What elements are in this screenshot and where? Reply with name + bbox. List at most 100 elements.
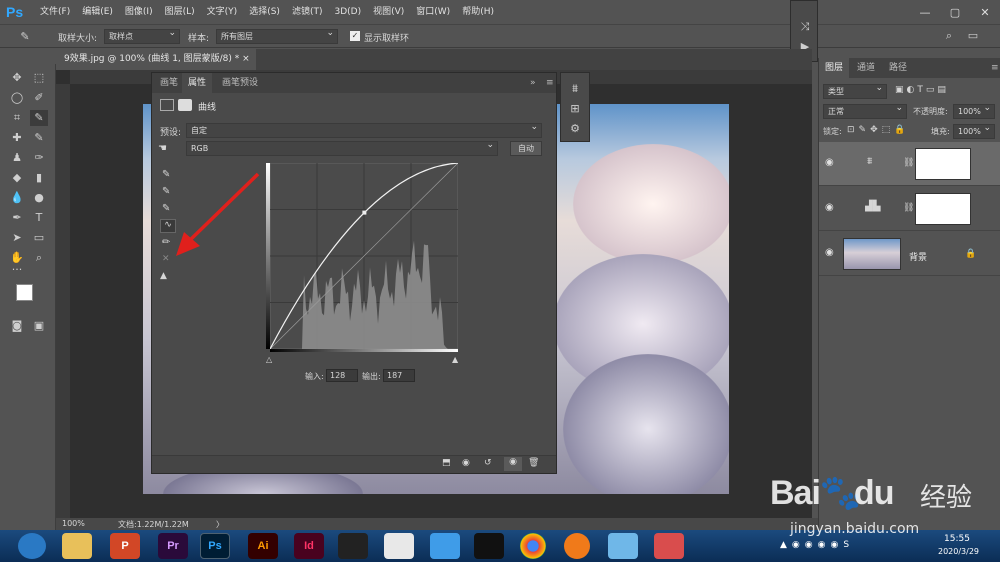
curve-control-point[interactable] — [362, 210, 367, 215]
rectangle-tool-icon[interactable]: ▭ — [30, 230, 48, 246]
menu-item[interactable]: 文件(F) — [34, 0, 76, 24]
opacity-field[interactable]: 100% — [953, 102, 995, 119]
dodge-tool-icon[interactable]: ● — [30, 190, 48, 206]
healing-tool-icon[interactable]: ✚ — [8, 130, 26, 146]
screen-mode-icon[interactable]: ▣ — [30, 318, 48, 334]
document-tab-close[interactable]: × — [242, 54, 250, 64]
tab-properties[interactable]: 属性 — [182, 73, 213, 93]
info-panel-icon[interactable]: ⊞ — [566, 101, 584, 117]
filter-icons[interactable]: ▣◐T▭▤ — [895, 85, 949, 95]
menu-item[interactable]: 编辑(E) — [76, 0, 119, 24]
more-tools-icon[interactable]: ··· — [8, 262, 26, 278]
tab-layers[interactable]: 图层 — [819, 58, 850, 78]
tab-channels[interactable]: 通道 — [851, 58, 881, 78]
layer-mask-thumbnail[interactable] — [915, 148, 971, 180]
media-icon[interactable] — [338, 533, 368, 559]
type-tool-icon[interactable]: T — [30, 210, 48, 226]
illustrator-icon[interactable]: Ai — [248, 533, 278, 559]
workspace-icon[interactable]: ▭ — [964, 28, 982, 44]
menu-item[interactable]: 文字(Y) — [201, 0, 244, 24]
app-icon[interactable] — [564, 533, 590, 559]
clip-to-layer-icon[interactable]: ⬒ — [442, 458, 451, 468]
clipping-warning-icon[interactable]: ▲ — [160, 271, 167, 281]
marquee-tool-icon[interactable]: ⬚ — [30, 70, 48, 86]
status-arrow[interactable]: 〉 — [216, 519, 224, 530]
quick-mask-icon[interactable]: ◙ — [8, 318, 26, 334]
photoshop-taskbar-icon[interactable]: Ps — [200, 533, 230, 559]
tab-paths[interactable]: 路径 — [883, 58, 913, 78]
start-button[interactable] — [18, 533, 46, 559]
output-field[interactable]: 187 — [383, 369, 415, 382]
document-tab[interactable]: 9效果.jpg @ 100% (曲线 1, 图层蒙版/8) * × — [56, 49, 256, 70]
curve-graph[interactable] — [266, 163, 458, 352]
minimize-button[interactable]: — — [910, 0, 940, 24]
file-explorer-icon[interactable] — [62, 533, 92, 559]
layer-thumbnail[interactable] — [843, 238, 901, 270]
reset-icon[interactable]: ↺ — [484, 458, 492, 468]
gradient-tool-icon[interactable]: ▮ — [30, 170, 48, 186]
delete-icon[interactable]: 🗑 — [528, 458, 539, 468]
visibility-icon[interactable]: ◉ — [504, 457, 522, 471]
layer-mask-thumbnail[interactable] — [915, 193, 971, 225]
smooth-curve-icon[interactable]: ✕ — [162, 254, 170, 264]
chrome-icon[interactable] — [520, 533, 546, 559]
zoom-level[interactable]: 100% — [62, 519, 85, 528]
powerpoint-icon[interactable]: P — [110, 533, 140, 559]
collapse-icon[interactable]: » — [524, 73, 542, 93]
menu-item[interactable]: 滤镜(T) — [286, 0, 329, 24]
history-brush-icon[interactable]: ✑ — [30, 150, 48, 166]
eye-icon[interactable]: ◉ — [825, 247, 834, 258]
black-point-slider-icon[interactable]: △ — [266, 355, 272, 364]
channel-dropdown[interactable]: RGB — [186, 139, 498, 156]
app-icon[interactable] — [608, 533, 638, 559]
target-adjust-icon[interactable]: ☚ — [158, 143, 167, 154]
eyedropper-tool-icon[interactable]: ✎ — [30, 110, 48, 126]
mask-icon[interactable] — [178, 99, 192, 111]
input-field[interactable]: 128 — [326, 369, 358, 382]
menu-item[interactable]: 帮助(H) — [456, 0, 500, 24]
lock-icons[interactable]: ⊡✎✥⬚🔒 — [847, 125, 909, 135]
show-ring-checkbox[interactable]: ✓ — [350, 31, 360, 41]
qq-icon[interactable] — [474, 533, 504, 559]
search-icon[interactable]: ⌕ — [940, 28, 958, 44]
crop-tool-icon[interactable]: ⌗ — [8, 110, 26, 126]
zoom-tool-icon[interactable]: ⌕ — [30, 250, 48, 266]
close-button[interactable]: ✕ — [970, 0, 1000, 24]
view-previous-icon[interactable]: ◉ — [462, 458, 470, 468]
link-icon[interactable]: ⛓ — [903, 203, 914, 213]
eraser-tool-icon[interactable]: ◆ — [8, 170, 26, 186]
menu-item[interactable]: 视图(V) — [367, 0, 410, 24]
eye-icon[interactable]: ◉ — [825, 157, 834, 168]
blend-mode-dropdown[interactable]: 正常 — [823, 102, 907, 119]
layer-name[interactable]: 背景 — [909, 250, 927, 263]
layer-filter-dropdown[interactable]: 类型 — [823, 82, 887, 99]
eyedropper-tool-icon[interactable]: ✎ — [16, 29, 34, 45]
menu-item[interactable]: 图层(L) — [159, 0, 201, 24]
tab-brush-presets[interactable]: 画笔预设 — [216, 73, 264, 93]
clock-date[interactable]: 2020/3/29 — [938, 547, 979, 556]
white-point-slider-icon[interactable]: ▲ — [452, 355, 458, 364]
layer-row-curves[interactable]: ◉ ⩩ ⛓ — [819, 142, 1000, 186]
preset-dropdown[interactable]: 自定 — [186, 121, 542, 138]
app-icon[interactable] — [654, 533, 684, 559]
lasso-tool-icon[interactable]: ◯ — [8, 90, 26, 106]
menu-item[interactable]: 3D(D) — [328, 0, 367, 24]
panel-menu-icon[interactable]: ≡ — [985, 58, 1000, 78]
histogram-panel-icon[interactable]: ⩩ — [566, 81, 584, 97]
clock-time[interactable]: 15:55 — [944, 534, 970, 544]
tab-brush[interactable]: 画笔 — [154, 73, 184, 93]
app-icon[interactable] — [430, 533, 460, 559]
layer-row-background[interactable]: ◉ 背景 🔒 — [819, 232, 1000, 276]
brush-tool-icon[interactable]: ✎ — [30, 130, 48, 146]
tray-icons[interactable]: ▲◉◉◉◉S — [780, 540, 854, 550]
stamp-tool-icon[interactable]: ♟ — [8, 150, 26, 166]
pen-tool-icon[interactable]: ✒ — [8, 210, 26, 226]
maximize-button[interactable]: ▢ — [940, 0, 970, 24]
app-icon[interactable] — [384, 533, 414, 559]
actions-icon[interactable]: ⤨ — [796, 19, 814, 35]
quick-select-tool-icon[interactable]: ✐ — [30, 90, 48, 106]
link-icon[interactable]: ⛓ — [903, 158, 914, 168]
fill-field[interactable]: 100% — [953, 122, 995, 139]
blur-tool-icon[interactable]: 💧 — [8, 190, 26, 206]
auto-button[interactable]: 自动 — [510, 141, 542, 156]
